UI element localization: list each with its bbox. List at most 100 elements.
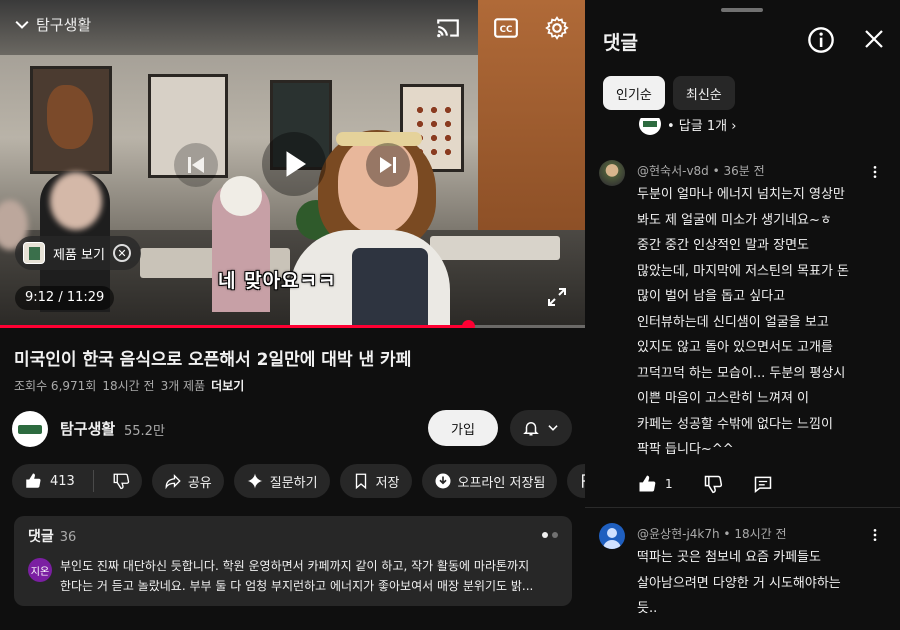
info-button[interactable] [807, 26, 835, 54]
fullscreen-icon [548, 288, 566, 306]
avatar[interactable] [599, 160, 625, 186]
comments-preview-title: 댓글 [28, 529, 54, 545]
previous-icon [188, 157, 204, 173]
next-video-button[interactable] [366, 143, 410, 187]
offline-button[interactable]: 오프라인 저장됨 [421, 464, 558, 498]
drag-handle[interactable] [721, 8, 763, 12]
video-caption: 네 맞아요ㅋㅋ [218, 270, 337, 292]
comment-line: 카페는 성공할 수밖에 없다는 느낌이 [637, 416, 833, 432]
settings-button[interactable] [543, 14, 571, 42]
player-minimize-title[interactable]: 탐구생활 [12, 14, 91, 35]
product-count: 3개 제품 [160, 379, 206, 393]
comment-body: 두분이 얼마나 에너지 넘치는지 영상만 봐도 제 얼굴에 미소가 생기네요~ㅎ… [637, 182, 877, 463]
comment-line: 봐도 제 얼굴에 미소가 생기네요~ㅎ [637, 212, 832, 228]
view-products-chip[interactable]: 제품 보기 ✕ [15, 236, 141, 270]
info-icon [808, 27, 834, 53]
save-button[interactable]: 저장 [339, 464, 412, 498]
bookmark-icon [355, 473, 366, 490]
play-button[interactable] [262, 132, 326, 196]
sort-top-chip[interactable]: 인기순 [603, 76, 665, 110]
like-icon [639, 475, 656, 492]
view-count: 조회수 6,971회 [14, 379, 97, 393]
save-label: 저장 [375, 475, 400, 491]
dislike-icon [704, 475, 722, 494]
more-vert-icon[interactable] [867, 525, 883, 545]
more-vert-icon[interactable] [867, 162, 883, 182]
video-player[interactable]: 탐구생활 CC 제품 보기 ✕ 네 맞아요ㅋㅋ 9:12 / 11:29 [0, 0, 585, 328]
video-page: 탐구생활 CC 제품 보기 ✕ 네 맞아요ㅋㅋ 9:12 / 11:29 미국인… [0, 0, 585, 630]
comments-preview-line: 부인도 진짜 대단하신 듯합니다. 학원 운영하면서 카페까지 같이 하고, 작… [60, 559, 530, 573]
comment-line: 떡파는 곳은 첨보네 요즘 카페들도 [637, 550, 821, 565]
comment-line: 인터뷰하는데 신디샘이 얼굴을 보고 [637, 314, 829, 330]
comment-line: 많았는데, 마지막에 저스틴의 목표가 돈 [637, 263, 850, 279]
progress-bar[interactable] [0, 320, 585, 328]
comment-meta: @윤상현-j4k7h • 18시간 전 [637, 527, 787, 541]
channel-avatar[interactable] [12, 411, 48, 447]
comment-line: 팍팍 듭니다~^^ [637, 442, 734, 457]
subscriber-count: 55.2만 [124, 424, 165, 439]
report-button[interactable]: 신고 [567, 464, 585, 498]
captions-button[interactable]: CC [492, 14, 520, 42]
comment-like-button[interactable]: 1 [637, 474, 673, 494]
progress-bar-fill [0, 325, 468, 328]
progress-scrubber[interactable] [462, 320, 475, 328]
comment-line: 많이 벌어 남을 돕고 싶다고 [637, 289, 786, 304]
comment-actions: 1 [637, 474, 803, 494]
like-count: 413 [50, 473, 75, 489]
chevron-down-icon [15, 20, 29, 29]
cast-button[interactable] [434, 14, 462, 42]
video-meta: 조회수 6,971회 18시간 전 3개 제품 더보기 [14, 377, 244, 394]
close-circle-icon[interactable]: ✕ [112, 244, 131, 262]
close-button[interactable] [862, 27, 886, 51]
panel-title: 댓글 [603, 32, 638, 54]
previous-video-button[interactable] [174, 143, 218, 187]
sort-tabs: 인기순 최신순 [585, 68, 900, 118]
sparkle-icon [247, 473, 263, 489]
like-icon [26, 473, 41, 488]
video-frame-blurred-face [50, 172, 102, 230]
comment-line: 듯.. [637, 601, 658, 616]
channel-name[interactable]: 탐구생활 [60, 418, 115, 439]
share-label: 공유 [187, 475, 212, 491]
like-button[interactable]: 413 [12, 464, 87, 498]
comments-preview-text: 부인도 진짜 대단하신 듯합니다. 학원 운영하면서 카페까지 같이 하고, 작… [60, 556, 558, 596]
comment-meta: @현숙서-v8d • 36분 전 [637, 164, 765, 178]
divider [92, 470, 94, 492]
like-dislike-group: 413 [12, 464, 142, 498]
video-frame-table [430, 236, 560, 260]
upload-age: 18시간 전 [102, 379, 155, 393]
comment-reply-button[interactable] [753, 474, 773, 494]
divider [585, 507, 900, 508]
product-thumbnail [23, 242, 45, 264]
bell-icon [523, 422, 539, 436]
dislike-icon [113, 473, 130, 490]
comments-preview-header: 댓글 36 [28, 526, 558, 546]
comment-line: 살아남으려면 다양한 거 시도해야하는 [637, 575, 841, 591]
time-display[interactable]: 9:12 / 11:29 [15, 286, 115, 310]
svg-text:CC: CC [500, 25, 513, 35]
notification-button[interactable] [510, 410, 572, 446]
comments-panel: 댓글 • 답글 1개 › 인기순 최신순 @현숙서-v8d • 36분 전 두분… [585, 0, 900, 630]
chevron-down-icon [548, 425, 558, 431]
dislike-button[interactable] [100, 464, 142, 498]
sort-newest-chip[interactable]: 최신순 [672, 76, 735, 110]
comment-line: 끄덕끄덕 하는 모습이... 두분의 평상시 [637, 365, 846, 381]
fullscreen-button[interactable] [544, 285, 570, 309]
ask-button[interactable]: 질문하기 [233, 464, 330, 498]
comments-preview-card[interactable]: 댓글 36 지온 부인도 진짜 대단하신 듯합니다. 학원 운영하면서 카페까지… [14, 516, 572, 606]
share-icon [165, 474, 181, 490]
ask-label: 질문하기 [269, 475, 318, 491]
comment-dislike-button[interactable] [703, 474, 723, 494]
channel-watermark: 탐구생활 [36, 16, 92, 34]
share-button[interactable]: 공유 [151, 464, 224, 498]
view-products-label: 제품 보기 [53, 247, 105, 263]
offline-label: 오프라인 저장됨 [457, 475, 546, 491]
comment-line: 이쁜 마음이 고스란히 느껴져 이 [637, 391, 810, 406]
avatar[interactable] [599, 523, 625, 549]
comment-line: 두분이 얼마나 에너지 넘치는지 영상만 [637, 187, 845, 202]
subscribe-button[interactable]: 가입 [428, 410, 498, 446]
comment-line: 있지도 않고 돌아 있으면서도 고개를 [637, 340, 833, 355]
comment-body: 떡파는 곳은 첨보네 요즘 카페들도 살아남으려면 다양한 거 시도해야하는 듯… [637, 545, 877, 622]
more-link[interactable]: 더보기 [211, 377, 244, 394]
next-icon [380, 157, 396, 173]
